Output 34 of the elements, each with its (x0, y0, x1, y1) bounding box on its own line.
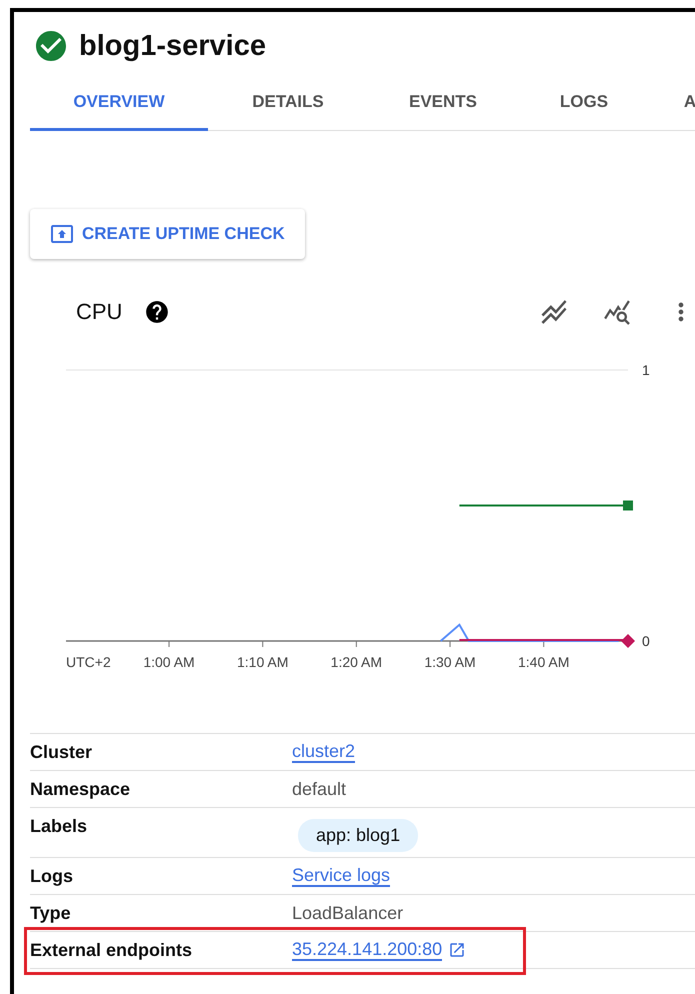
tab[interactable]: LOGS (518, 78, 650, 131)
monitor-upload-icon (50, 222, 74, 246)
detail-value: default (292, 778, 346, 800)
detail-label: Labels (30, 816, 88, 837)
axis-label: 0 (642, 633, 650, 649)
end-marker (623, 500, 633, 510)
axis-label: 1:20 AM (330, 654, 382, 670)
tab[interactable]: EVENTS (368, 78, 518, 131)
service-title: blog1-service (79, 30, 266, 62)
tab[interactable]: OVERVIEW (30, 78, 208, 131)
detail-link[interactable]: cluster2 (292, 741, 356, 763)
axis-label: 1:00 AM (143, 654, 195, 670)
end-marker (621, 634, 635, 648)
detail-label: Logs (30, 866, 74, 886)
chart-title: CPU (76, 299, 122, 325)
detail-label: External endpoints (30, 940, 194, 960)
endpoint-link[interactable]: 35.224.141.200:80 (292, 939, 442, 961)
status-ok-icon (33, 28, 69, 64)
axis-label: 1:30 AM (424, 654, 476, 670)
axis-label: 1:10 AM (237, 654, 288, 670)
chart-search-icon[interactable] (603, 298, 631, 326)
help-icon[interactable] (144, 299, 170, 325)
detail-label: Cluster (30, 742, 94, 762)
detail-label: Namespace (30, 778, 132, 800)
tab[interactable]: DETAILS (208, 78, 368, 131)
label-chip: app: blog1 (298, 819, 418, 852)
timezone-label: UTC+2 (66, 654, 111, 670)
detail-label: Type (30, 902, 72, 924)
create-uptime-check-button[interactable]: CREATE UPTIME CHECK (30, 209, 305, 259)
axis-label: 1 (642, 362, 650, 378)
axis-label: 1:40 AM (518, 654, 570, 670)
external-link-icon[interactable] (448, 941, 466, 959)
detail-value: LoadBalancer (292, 902, 404, 924)
detail-link[interactable]: Service logs (292, 865, 390, 887)
